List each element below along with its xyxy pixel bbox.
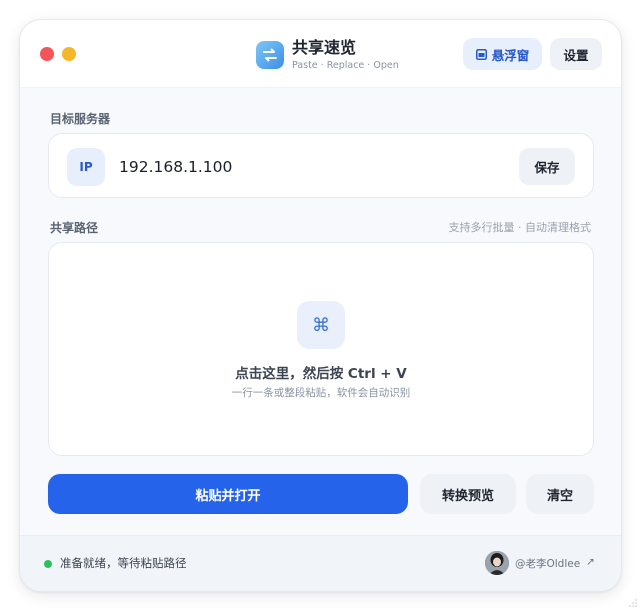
share-path-section-label: 共享路径 — [50, 221, 99, 235]
convert-preview-button[interactable]: 转换预览 — [420, 474, 516, 514]
server-card: IP 保存 — [48, 133, 594, 198]
app-logo-icon — [256, 41, 284, 69]
ip-badge: IP — [67, 148, 105, 186]
save-server-button[interactable]: 保存 — [519, 148, 575, 185]
app-subtitle: Paste · Replace · Open — [292, 60, 399, 71]
close-window-button[interactable] — [40, 47, 54, 61]
settings-button[interactable]: 设置 — [550, 38, 602, 70]
share-path-hint: 支持多行批量 · 自动清理格式 — [448, 221, 592, 234]
floating-window-button[interactable]: 悬浮窗 — [463, 38, 542, 70]
clear-button[interactable]: 清空 — [526, 474, 594, 514]
paste-and-open-button[interactable]: 粘贴并打开 — [48, 474, 408, 514]
app-window: 共享速览 Paste · Replace · Open 悬浮窗 设置 目标服务器… — [19, 19, 622, 592]
paste-instruction-title: 点击这里，然后按 Ctrl + V — [235, 366, 407, 382]
status-bar: 准备就绪，等待粘贴路径 @老李Oldlee ↗ — [20, 535, 621, 591]
author-avatar[interactable] — [485, 551, 509, 575]
paste-drop-area[interactable]: ⌘ 点击这里，然后按 Ctrl + V 一行一条或整段粘贴，软件会自动识别 — [48, 242, 594, 456]
app-title: 共享速览 — [292, 38, 357, 57]
minimize-window-button[interactable] — [62, 47, 76, 61]
external-link-icon[interactable]: ↗ — [586, 556, 595, 568]
server-ip-input[interactable] — [119, 151, 499, 183]
floating-window-label: 悬浮窗 — [491, 47, 530, 63]
author-link[interactable]: @老李Oldlee — [515, 556, 580, 571]
server-section-label: 目标服务器 — [50, 112, 111, 126]
title-bar: 共享速览 Paste · Replace · Open 悬浮窗 设置 — [20, 20, 621, 88]
window-icon — [475, 48, 487, 60]
command-key-icon: ⌘ — [297, 301, 345, 349]
status-indicator-icon — [44, 560, 52, 568]
status-text: 准备就绪，等待粘贴路径 — [60, 556, 187, 570]
resize-grip-icon[interactable] — [628, 598, 638, 608]
paste-instruction-subtitle: 一行一条或整段粘贴，软件会自动识别 — [231, 387, 411, 399]
